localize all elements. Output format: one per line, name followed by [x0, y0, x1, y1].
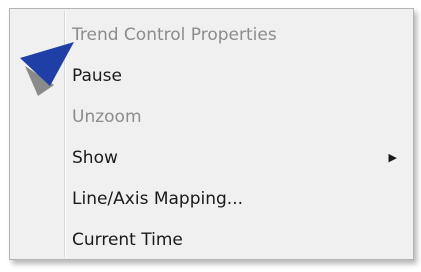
menu-item-current-time[interactable]: Current Time — [72, 222, 409, 258]
pause-triangle-icon — [20, 42, 74, 96]
submenu-arrow-icon: ▶ — [388, 151, 397, 164]
screenshot-stage: Trend Control Properties Pause Unzoom Sh… — [0, 0, 421, 272]
menu-item-label: Current Time — [72, 230, 183, 250]
pause-icon-shape — [20, 42, 74, 86]
menu-item-label: Show — [72, 148, 118, 168]
menu-item-label: Unzoom — [72, 107, 142, 127]
menu-item-pause[interactable]: Pause — [72, 58, 409, 94]
menu-item-label: Line/Axis Mapping... — [72, 189, 243, 209]
menu-item-unzoom[interactable]: Unzoom — [72, 99, 409, 135]
menu-item-label: Trend Control Properties — [72, 25, 277, 45]
menu-item-trend-control-properties[interactable]: Trend Control Properties — [72, 17, 409, 53]
menu-item-line-axis-mapping[interactable]: Line/Axis Mapping... — [72, 181, 409, 217]
menu-item-show[interactable]: Show ▶ — [72, 140, 409, 176]
